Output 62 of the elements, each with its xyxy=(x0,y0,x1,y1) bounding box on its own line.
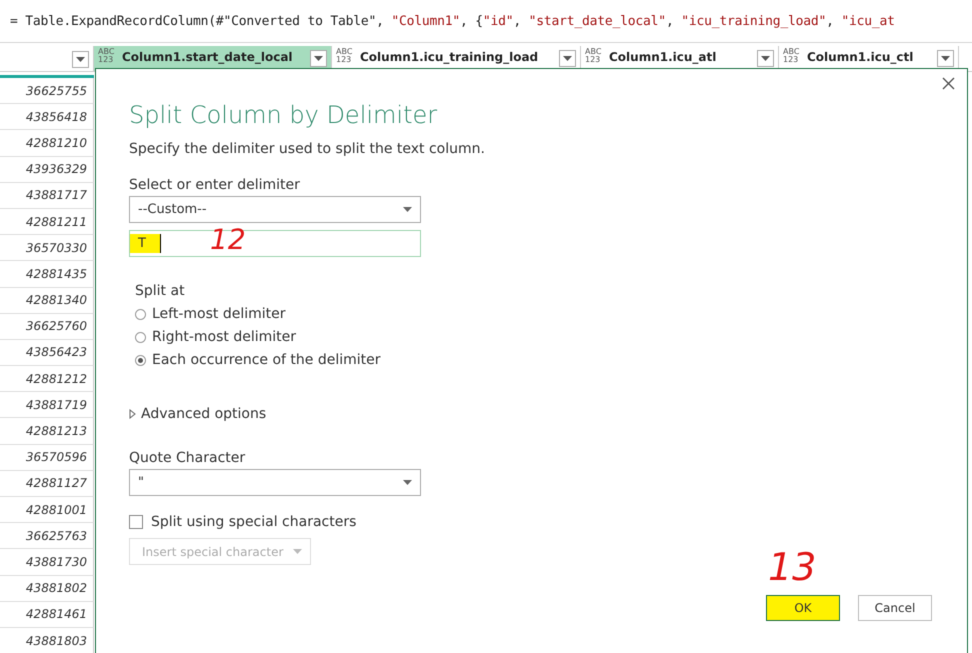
caret-icon xyxy=(314,56,323,61)
table-cell: 43881803 xyxy=(0,628,94,653)
table-cell: 42881127 xyxy=(0,470,94,497)
table-cell: 43881802 xyxy=(0,576,94,602)
type-label: ABC 123 xyxy=(98,48,116,64)
table-cell: 36625763 xyxy=(0,523,94,550)
table-cell: 36625760 xyxy=(0,314,94,340)
close-button[interactable] xyxy=(940,75,957,92)
filter-dropdown[interactable] xyxy=(310,50,327,67)
caret-icon xyxy=(293,549,302,554)
type-label: ABC 123 xyxy=(783,48,800,64)
filter-dropdown[interactable] xyxy=(757,50,774,67)
caret-icon xyxy=(941,56,950,61)
description: Specify the delimiter used to split the text column. xyxy=(129,141,486,157)
caret-icon xyxy=(403,207,412,212)
table-cell: 42881461 xyxy=(0,602,94,628)
table-cell: 42881210 xyxy=(0,130,94,157)
type-label: ABC 123 xyxy=(336,48,354,64)
table-cell: 42881340 xyxy=(0,288,94,314)
radio-option[interactable]: Right-most delimiter xyxy=(135,329,934,345)
dialog-button[interactable]: OK xyxy=(766,595,840,621)
dialog-button[interactable]: Cancel xyxy=(858,595,932,621)
table-cell: 43936329 xyxy=(0,156,94,183)
dialog-title: Split Column by Delimiter xyxy=(129,101,438,129)
field-label: Split at xyxy=(135,283,186,299)
table-cell: 43856423 xyxy=(0,340,94,366)
advanced-options-toggle[interactable]: Advanced options xyxy=(129,406,266,422)
checkbox-option[interactable]: Split using special characters xyxy=(129,514,934,530)
delimiter-field[interactable]: T 12 xyxy=(129,230,421,257)
caret-icon xyxy=(761,56,770,61)
filter-dropdown[interactable] xyxy=(72,51,89,68)
close-icon xyxy=(942,77,955,90)
type-label: ABC 123 xyxy=(585,48,602,64)
filter-dropdown[interactable] xyxy=(559,50,576,67)
annotation: 13 xyxy=(768,545,816,589)
radio-option[interactable]: Left-most delimiter xyxy=(135,306,934,322)
field-label: Select or enter delimiter xyxy=(129,177,301,193)
table-cell: 42881211 xyxy=(0,208,94,236)
table-cell: 43881717 xyxy=(0,182,94,209)
table-cell: 43881730 xyxy=(0,549,94,576)
column-label: Column1.icu_atl xyxy=(609,50,716,64)
table-cell: 42881213 xyxy=(0,418,94,445)
radio-option[interactable]: Each occurrence of the delimiter xyxy=(135,352,934,368)
caret-icon xyxy=(563,56,572,61)
column-label: Column1.icu_training_load xyxy=(360,50,538,64)
field-label: Quote Character xyxy=(129,450,246,466)
column-label: Column1.start_date_local xyxy=(122,50,293,64)
filter-dropdown[interactable] xyxy=(937,50,954,67)
table-cell: 36625755 xyxy=(0,78,94,104)
column-label: Column1.icu_ctl xyxy=(807,50,914,64)
table-cell: 42881212 xyxy=(0,366,94,392)
table-cell: 36570596 xyxy=(0,444,94,471)
table-cell: 42881001 xyxy=(0,497,94,524)
delimiter-select[interactable]: --Custom-- xyxy=(129,196,421,223)
table-cell: 43881719 xyxy=(0,392,94,418)
table-cell: 43856418 xyxy=(0,104,94,130)
caret-icon xyxy=(403,480,412,485)
caret-icon xyxy=(76,57,85,62)
table-cell: 36570330 xyxy=(0,235,94,262)
formula-bar[interactable]: = Table.ExpandRecordColumn(#"Converted to Table", "Column1", {"id", "start_date_local", "icu_training_load", "icu_at xyxy=(0,0,972,43)
table-cell: 42881435 xyxy=(0,261,94,288)
quote-select[interactable]: " xyxy=(129,469,421,496)
